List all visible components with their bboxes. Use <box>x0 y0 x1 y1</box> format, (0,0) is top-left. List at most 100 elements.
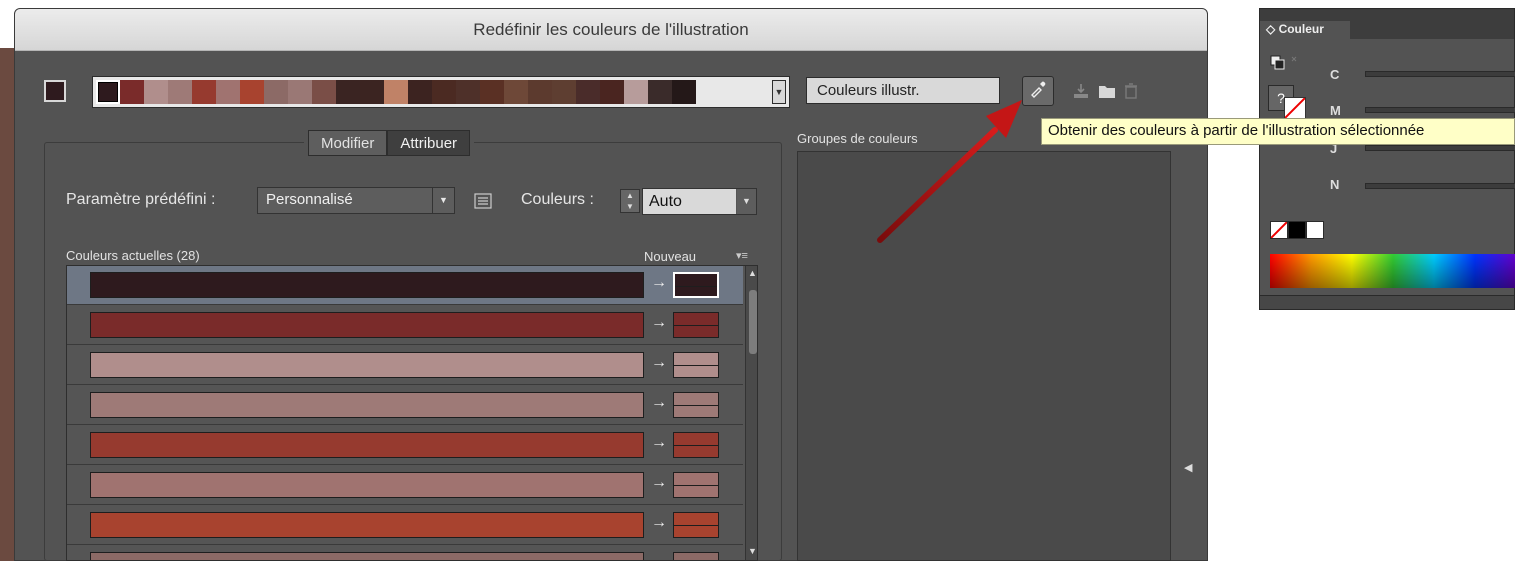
slider-m-track[interactable] <box>1365 107 1515 113</box>
preset-options-icon[interactable] <box>474 193 492 209</box>
strip-color-cell[interactable] <box>648 80 672 104</box>
scroll-up-icon[interactable]: ▲ <box>748 268 757 278</box>
new-color-swatch[interactable] <box>673 352 719 378</box>
preset-label: Paramètre prédéfini : <box>66 191 216 208</box>
strip-color-cell[interactable] <box>600 80 624 104</box>
current-color-bar[interactable] <box>90 272 644 298</box>
arrow-right-icon[interactable]: → <box>651 474 667 492</box>
strip-color-cell[interactable] <box>168 80 192 104</box>
strip-color-cell[interactable] <box>576 80 600 104</box>
color-row[interactable]: → <box>67 506 743 545</box>
fill-stroke-icon[interactable] <box>1270 55 1304 76</box>
strip-color-cell[interactable] <box>528 80 552 104</box>
chevron-down-icon: ▼ <box>736 189 756 214</box>
strip-color-cell[interactable] <box>624 80 648 104</box>
preset-select[interactable]: Personnalisé ▼ <box>257 187 455 214</box>
new-color-swatch[interactable] <box>673 272 719 298</box>
strip-color-cell[interactable] <box>288 80 312 104</box>
slider-c-track[interactable] <box>1365 71 1515 77</box>
color-group-name-field[interactable]: Couleurs illustr. <box>806 77 1000 104</box>
arrow-right-icon[interactable]: → <box>651 354 667 372</box>
strip-color-cell[interactable] <box>336 80 360 104</box>
strip-color-cell[interactable] <box>384 80 408 104</box>
strip-color-cell[interactable] <box>504 80 528 104</box>
preset-value: Personnalisé <box>266 191 353 208</box>
trash-icon[interactable] <box>1122 82 1140 100</box>
color-row[interactable]: → <box>67 306 743 345</box>
none-swatch-icon[interactable] <box>1284 97 1306 119</box>
slider-j-track[interactable] <box>1365 145 1515 151</box>
tab-attribuer[interactable]: Attribuer <box>387 130 471 156</box>
new-color-swatch[interactable] <box>673 472 719 498</box>
arrow-right-icon[interactable]: → <box>651 394 667 412</box>
strip-color-cell[interactable] <box>144 80 168 104</box>
colors-count-select[interactable]: Auto ▼ <box>642 188 757 215</box>
strip-color-cell[interactable] <box>552 80 576 104</box>
strip-color-cell[interactable] <box>408 80 432 104</box>
strip-color-cell[interactable] <box>480 80 504 104</box>
current-color-bar[interactable] <box>90 552 644 560</box>
collapse-panel-icon[interactable]: ◀ <box>1184 461 1192 474</box>
current-color-bar[interactable] <box>90 392 644 418</box>
slider-n-track[interactable] <box>1365 183 1515 189</box>
scroll-thumb[interactable] <box>749 290 757 354</box>
strip-color-cell[interactable] <box>360 80 384 104</box>
sort-menu-icon[interactable]: ▾≡ <box>736 250 752 262</box>
strip-color-cell[interactable] <box>264 80 288 104</box>
color-row[interactable]: → <box>67 426 743 465</box>
strip-color-cell[interactable] <box>456 80 480 104</box>
current-color-bar[interactable] <box>90 352 644 378</box>
strip-color-cell[interactable] <box>192 80 216 104</box>
new-color-swatch[interactable] <box>673 512 719 538</box>
strip-color-cell[interactable] <box>432 80 456 104</box>
current-colors-header: Couleurs actuelles (28) <box>66 248 200 263</box>
none-swatch[interactable] <box>1270 221 1288 239</box>
strip-color-cell[interactable] <box>216 80 240 104</box>
folder-icon[interactable] <box>1098 82 1116 100</box>
strip-color-cell[interactable] <box>120 80 144 104</box>
color-row[interactable]: → <box>67 386 743 425</box>
color-row[interactable]: → <box>67 546 743 560</box>
arrow-right-icon[interactable]: → <box>651 274 667 292</box>
scroll-down-icon[interactable]: ▼ <box>748 546 757 556</box>
color-rows-list: → → → → → → → → ▲ ▼ <box>66 265 758 561</box>
white-swatch[interactable] <box>1306 221 1324 239</box>
new-colors-header: Nouveau <box>644 249 697 264</box>
current-color-bar[interactable] <box>90 472 644 498</box>
strip-color-cell[interactable] <box>312 80 336 104</box>
arrow-right-icon[interactable]: → <box>651 314 667 332</box>
new-color-swatch[interactable] <box>673 552 719 560</box>
color-panel-resize-grip[interactable] <box>1260 295 1514 309</box>
tab-modifier[interactable]: Modifier <box>308 130 388 156</box>
color-groups-box[interactable] <box>797 151 1171 561</box>
strip-color-cell[interactable] <box>240 80 264 104</box>
new-color-swatch[interactable] <box>673 432 719 458</box>
new-color-swatch[interactable] <box>673 392 719 418</box>
arrow-right-icon[interactable]: → <box>651 434 667 452</box>
current-color-bar[interactable] <box>90 512 644 538</box>
mode-tabs: Modifier Attribuer <box>304 130 475 158</box>
save-group-icon[interactable] <box>1072 82 1090 100</box>
color-row[interactable]: → <box>67 266 743 305</box>
new-color-swatch[interactable] <box>673 312 719 338</box>
black-swatch[interactable] <box>1288 221 1306 239</box>
strip-color-cell[interactable] <box>96 80 120 104</box>
colors-count-value: Auto <box>649 193 682 210</box>
eyedropper-button[interactable] <box>1022 76 1054 106</box>
arrow-right-icon[interactable]: → <box>651 554 667 560</box>
color-strip[interactable] <box>92 76 790 108</box>
color-panel-tabbar: ◇ Couleur <box>1260 9 1514 39</box>
color-groups-label: Groupes de couleurs <box>797 131 918 146</box>
strip-color-cell[interactable] <box>672 80 696 104</box>
strip-dropdown-arrow[interactable]: ▼ <box>772 80 786 104</box>
current-color-swatch[interactable] <box>44 80 66 102</box>
color-row[interactable]: → <box>67 346 743 385</box>
arrow-right-icon[interactable]: → <box>651 514 667 532</box>
tab-couleur[interactable]: ◇ Couleur <box>1260 21 1350 39</box>
colors-stepper[interactable]: ▲ ▼ <box>620 189 640 213</box>
current-color-bar[interactable] <box>90 312 644 338</box>
color-spectrum[interactable] <box>1270 254 1515 288</box>
color-row[interactable]: → <box>67 466 743 505</box>
current-color-bar[interactable] <box>90 432 644 458</box>
list-scrollbar[interactable]: ▲ ▼ <box>745 266 757 560</box>
